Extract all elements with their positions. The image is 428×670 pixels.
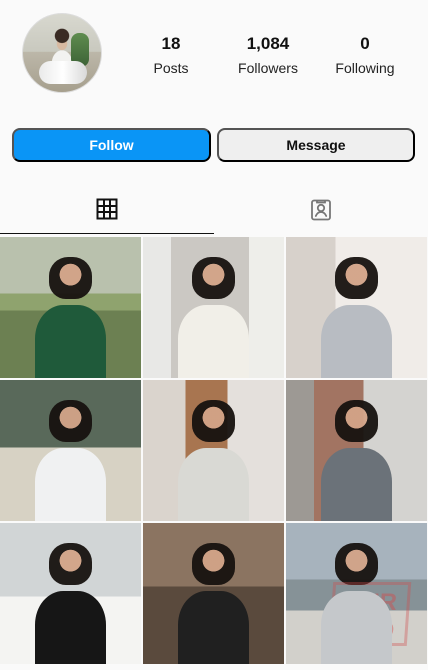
grid-post[interactable] [143, 380, 284, 521]
tab-posts-grid[interactable] [0, 190, 214, 234]
tagged-photos-icon [309, 198, 333, 227]
profile-avatar[interactable] [22, 13, 102, 93]
message-button[interactable]: Message [217, 128, 415, 162]
grid-post[interactable] [143, 523, 284, 664]
watermark: DNR RED [328, 582, 412, 646]
watermark-line-2: RED [342, 617, 396, 644]
grid-post[interactable] [0, 380, 141, 521]
followers-count: 1,084 [246, 34, 290, 53]
following-label: Following [335, 60, 395, 76]
profile-tabs [0, 190, 428, 234]
followers-stat[interactable]: 1,084 Followers [218, 34, 318, 82]
following-count: 0 [360, 34, 370, 53]
grid-post[interactable] [0, 237, 141, 378]
profile-header: 18 Posts 1,084 Followers 0 Following [0, 0, 428, 110]
tab-tagged[interactable] [214, 190, 428, 234]
post-grid: DNR RED [0, 237, 428, 670]
posts-count: 18 [161, 34, 181, 53]
posts-stat[interactable]: 18 Posts [121, 34, 221, 82]
grid-post[interactable] [286, 380, 427, 521]
following-stat[interactable]: 0 Following [315, 34, 415, 82]
watermark-line-1: DNR [343, 589, 398, 616]
grid-post[interactable] [143, 237, 284, 378]
grid-post[interactable]: DNR RED [286, 523, 427, 664]
grid-post[interactable] [286, 237, 427, 378]
follow-button[interactable]: Follow [12, 128, 211, 162]
grid-icon [96, 198, 118, 225]
followers-label: Followers [238, 60, 298, 76]
grid-post[interactable] [0, 523, 141, 664]
posts-label: Posts [153, 60, 189, 76]
